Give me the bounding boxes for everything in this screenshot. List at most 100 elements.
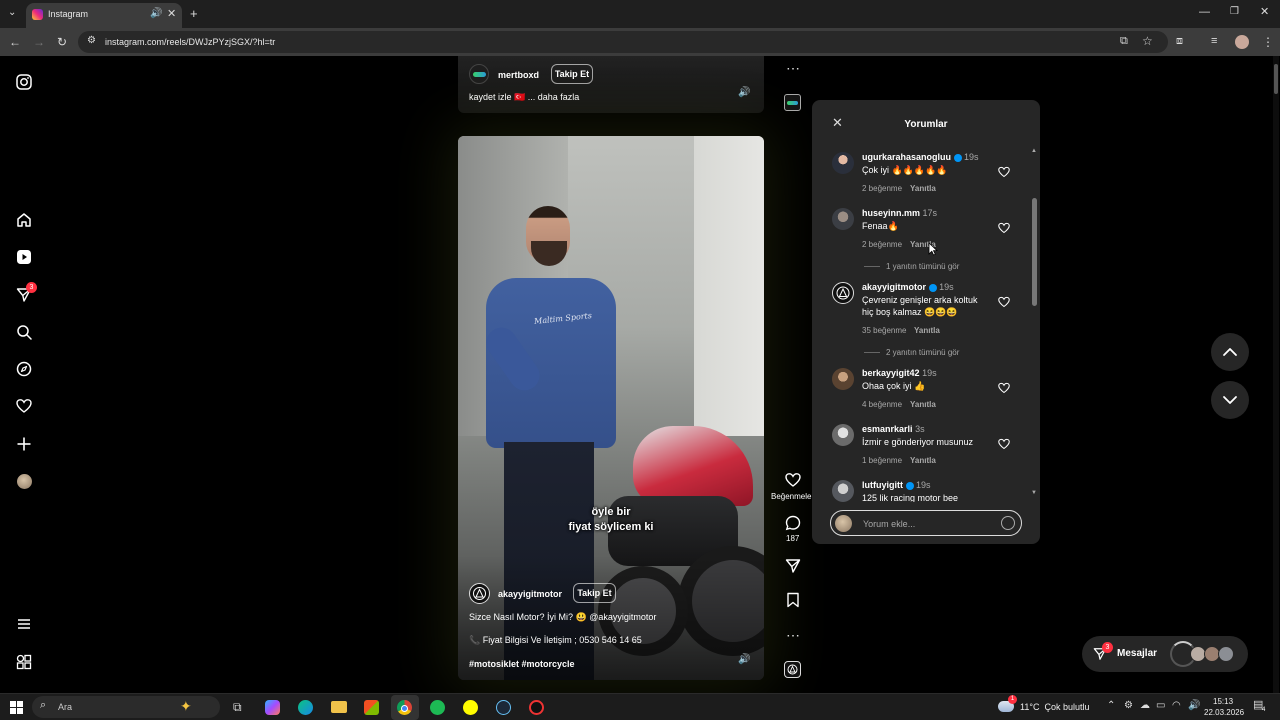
previous-reel-audio-thumb[interactable] [784,94,801,111]
share-icon[interactable] [785,558,801,574]
reel-volume-icon[interactable]: 🔊 [738,655,750,665]
next-reel-button[interactable] [1211,381,1249,419]
comment-likes[interactable]: 2 beğenme [862,240,902,249]
taskbar-search-box[interactable]: ⌕ Ara ✦ [32,696,220,718]
site-info-icon[interactable]: ⚙ [87,36,96,46]
omnibox[interactable]: ⚙ instagram.com/reels/DWJzPYzjSGX/?hl=tr… [78,31,1168,53]
weather-text[interactable]: 11°C Çok bulutlu [1020,702,1089,712]
explore-icon[interactable] [14,359,34,379]
messages-nav-icon[interactable]: 3 [14,282,37,305]
windows-start-icon[interactable] [10,701,23,714]
clock-date[interactable]: 22.03.2026 [1204,708,1244,717]
reel-author-username[interactable]: akayyigitmotor [498,589,562,599]
comment-like-heart-icon[interactable] [998,222,1010,234]
comment-list[interactable]: ugurkarahasanogluu 19s Çok iyi 🔥🔥🔥🔥🔥 2 b… [812,148,1040,502]
comment-avatar[interactable] [832,152,854,174]
extensions-icon[interactable]: ⧈ [1176,36,1183,47]
url-text[interactable]: instagram.com/reels/DWJzPYzjSGX/?hl=tr [105,37,275,47]
forward-icon[interactable]: → [33,36,45,48]
edge-icon[interactable] [298,700,313,715]
reel-audio-thumb[interactable] [784,661,801,678]
comment-avatar[interactable] [832,208,854,230]
scroll-down-arrow-icon[interactable]: ▼ [1031,490,1037,496]
page-scrollbar[interactable] [1273,56,1279,693]
home-icon[interactable] [14,210,34,230]
steam-icon[interactable] [496,700,511,715]
previous-reel-caption[interactable]: kaydet izle 🇹🇷 ... daha fazla [469,92,579,103]
comment-avatar[interactable] [832,424,854,446]
previous-reel[interactable]: mertboxd Takip Et kaydet izle 🇹🇷 ... dah… [458,56,764,113]
back-icon[interactable]: ← [9,36,21,48]
cast-icon[interactable]: ⧉ [1120,36,1128,47]
messages-button[interactable]: 3 Mesajlar [1082,636,1248,672]
profile-nav-avatar[interactable] [14,471,34,491]
store-icon[interactable] [364,700,379,715]
task-view-icon[interactable]: ⧉ [233,701,242,713]
reel-more-icon[interactable]: ⋯ [786,628,800,642]
previous-reel-button[interactable] [1211,333,1249,371]
comment-username[interactable]: ugurkarahasanogluu 19s [862,152,979,162]
tab-close-icon[interactable]: ✕ [167,9,176,20]
instagram-logo-icon[interactable] [14,72,34,92]
comment-like-heart-icon[interactable] [998,382,1010,394]
reel-follow-button[interactable]: Takip Et [573,583,616,603]
tray-app-icon[interactable]: ⚙ [1124,701,1133,711]
reel-caption-hashtags[interactable]: #motosiklet #motorcycle [469,659,575,669]
reload-icon[interactable]: ↻ [57,36,67,48]
reading-list-icon[interactable]: ≡ [1211,36,1217,47]
browser-tab[interactable]: Instagram 🔊 ✕ [26,3,182,28]
comment-input-placeholder[interactable]: Yorum ekle... [863,519,915,529]
comment-likes[interactable]: 35 beğenme [862,326,906,335]
spotify-icon[interactable] [430,700,445,715]
also-from-meta-icon[interactable] [14,652,34,672]
comment-likes[interactable]: 1 beğenme [862,456,902,465]
tab-audio-icon[interactable]: 🔊 [150,9,162,19]
reels-icon[interactable] [14,247,34,267]
wifi-icon[interactable]: ◠ [1172,701,1181,711]
emoji-picker-icon[interactable] [1001,516,1015,530]
previous-reel-author-avatar[interactable] [469,64,489,84]
tray-cloud-icon[interactable]: ☁ [1140,701,1150,711]
comment-username[interactable]: esmanrkarli 3s [862,424,925,434]
window-close-icon[interactable]: ✕ [1260,7,1269,18]
comment-icon[interactable] [785,515,801,531]
restore-icon[interactable]: ❐ [1230,7,1239,17]
previous-reel-volume-icon[interactable]: 🔊 [738,88,750,98]
tab-search-icon[interactable]: ⌄ [8,8,16,18]
comments-scrollbar[interactable] [1032,198,1037,306]
comment-input[interactable]: Yorum ekle... [830,510,1022,536]
previous-reel-username[interactable]: mertboxd [498,70,539,80]
scroll-up-arrow-icon[interactable]: ▲ [1031,148,1037,154]
notifications-heart-icon[interactable] [14,396,34,416]
comment-avatar[interactable] [832,480,854,502]
search-icon[interactable] [14,322,34,342]
chrome-taskbar-button[interactable] [391,695,419,720]
clock-time[interactable]: 15:13 [1213,697,1233,706]
comment-reply-button[interactable]: Yanıtla [914,326,940,335]
app-icon[interactable] [529,700,544,715]
like-icon[interactable] [785,472,801,488]
previous-reel-follow-button[interactable]: Takip Et [551,64,593,84]
comment-username[interactable]: berkayyigit42 19s [862,368,937,378]
comment-username[interactable]: huseyinn.mm 17s [862,208,937,218]
create-plus-icon[interactable] [14,434,34,454]
current-reel-video[interactable]: Maltim Sports öyle bir fiyat söylicem ki… [458,136,764,680]
new-tab-icon[interactable]: + [190,7,198,20]
comment-like-heart-icon[interactable] [998,438,1010,450]
comment-like-heart-icon[interactable] [998,296,1010,308]
tray-battery-icon[interactable]: ▭ [1156,701,1165,711]
comment-reply-button[interactable]: Yanıtla [910,184,936,193]
comment-likes[interactable]: 4 beğenme [862,400,902,409]
comment-avatar[interactable] [832,368,854,390]
browser-menu-icon[interactable]: ⋮ [1262,36,1274,48]
volume-icon[interactable]: 🔊 [1188,701,1200,711]
tray-overflow-icon[interactable]: ⌃ [1107,701,1115,711]
save-bookmark-icon[interactable] [786,592,800,608]
minimize-icon[interactable]: — [1199,7,1210,18]
see-all-replies-button[interactable]: 1 yanıtın tümünü gör [864,262,959,271]
previous-reel-more-icon[interactable]: ⋯ [786,61,800,75]
reel-author-avatar[interactable] [469,583,490,604]
comment-username[interactable]: lutfuyigitt 19s [862,480,931,490]
comment-avatar[interactable] [832,282,854,304]
file-explorer-icon[interactable] [331,701,347,713]
